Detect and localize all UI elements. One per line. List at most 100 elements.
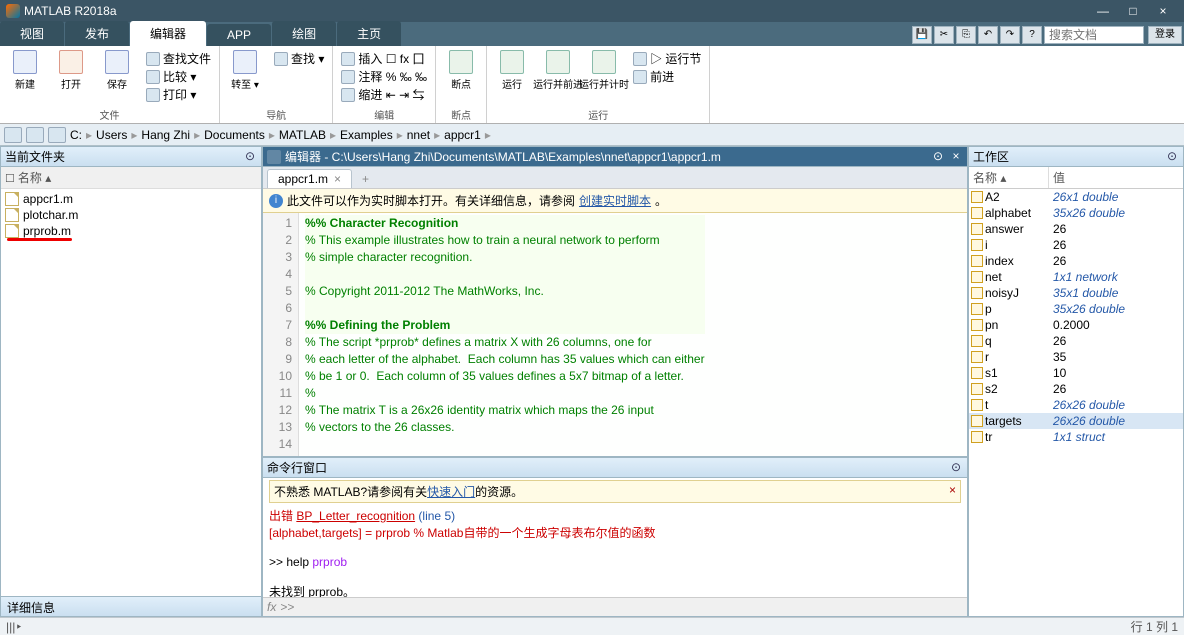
copy-toolbar-icon[interactable]: ⎘ — [956, 26, 976, 44]
workspace-row[interactable]: i26 — [969, 237, 1183, 253]
banner-close-icon[interactable]: × — [949, 483, 956, 497]
tab-close-icon[interactable]: × — [334, 172, 341, 186]
title-bar: MATLAB R2018a — □ × — [0, 0, 1184, 22]
breadcrumb-seg[interactable]: Examples — [340, 128, 393, 142]
undo-toolbar-icon[interactable]: ↶ — [978, 26, 998, 44]
search-input[interactable] — [1044, 26, 1144, 44]
ribbon-btn-保存[interactable]: 保存 — [96, 48, 138, 91]
breadcrumb-seg[interactable]: Documents — [204, 128, 265, 142]
ribbon-small-打印 ▾[interactable]: 打印 ▾ — [142, 86, 215, 103]
ribbon-btn-断点[interactable]: 断点 — [440, 48, 482, 91]
workspace-row[interactable]: tr1x1 struct — [969, 429, 1183, 445]
workspace-row[interactable]: targets26x26 double — [969, 413, 1183, 429]
file-row[interactable]: plotchar.m — [5, 207, 257, 223]
files-col-header[interactable]: ☐ 名称 ▴ — [1, 167, 261, 189]
create-live-script-link[interactable]: 创建实时脚本 — [579, 192, 651, 209]
editor-close-icon[interactable]: × — [949, 150, 963, 164]
cmd-menu-icon[interactable]: ⊙ — [949, 461, 963, 475]
small-icon — [146, 70, 160, 84]
current-folder-panel: 当前文件夹 ⊙ ☐ 名称 ▴ appcr1.mplotchar.mprprob.… — [0, 146, 262, 617]
workspace-row[interactable]: alphabet35x26 double — [969, 205, 1183, 221]
editor-header: 编辑器 - C:\Users\Hang Zhi\Documents\MATLAB… — [263, 147, 967, 167]
main-tab-编辑器[interactable]: 编辑器 — [130, 21, 206, 46]
editor-file-tabs: appcr1.m× + — [263, 167, 967, 189]
save-toolbar-icon[interactable]: 💾 — [912, 26, 932, 44]
file-row[interactable]: appcr1.m — [5, 191, 257, 207]
cut-toolbar-icon[interactable]: ✂ — [934, 26, 954, 44]
ribbon-small-比较 ▾[interactable]: 比较 ▾ — [142, 68, 215, 85]
ribbon-btn-运行[interactable]: 运行 — [491, 48, 533, 91]
breadcrumb-seg[interactable]: C: — [70, 128, 82, 142]
workspace-row[interactable]: noisyJ35x1 double — [969, 285, 1183, 301]
main-tab-发布[interactable]: 发布 — [65, 21, 129, 46]
ribbon-btn-运行并前进[interactable]: 运行并前进 — [537, 48, 579, 91]
ribbon-small-▷ 运行节[interactable]: ▷ 运行节 — [629, 50, 705, 67]
workspace-row[interactable]: net1x1 network — [969, 269, 1183, 285]
var-icon — [971, 239, 983, 251]
code-editor[interactable]: 123456789101112131415 —1617 %% Character… — [263, 213, 967, 456]
panel-menu-icon[interactable]: ⊙ — [243, 150, 257, 164]
ribbon-small-查找 ▾[interactable]: 查找 ▾ — [270, 50, 328, 67]
ribbon-small-注释 % ‰ ‰[interactable]: 注释 % ‰ ‰ — [337, 68, 431, 85]
mfile-icon — [5, 208, 19, 222]
workspace-row[interactable]: A226x1 double — [969, 189, 1183, 205]
folder-open-icon[interactable] — [48, 127, 66, 143]
workspace-panel: 工作区 ⊙ 名称 ▴值 A226x1 doublealphabet35x26 d… — [968, 146, 1184, 617]
file-row[interactable]: prprob.m — [5, 223, 257, 239]
login-button[interactable]: 登录 — [1148, 26, 1182, 44]
nav-back-icon[interactable] — [4, 127, 22, 143]
editor-menu-icon[interactable]: ⊙ — [931, 150, 945, 164]
ribbon-small-缩进 ⇤ ⇥ ⇆[interactable]: 缩进 ⇤ ⇥ ⇆ — [337, 86, 431, 103]
ribbon-btn-打开[interactable]: 打开 — [50, 48, 92, 91]
main-tab-APP[interactable]: APP — [207, 24, 271, 46]
workspace-row[interactable]: s226 — [969, 381, 1183, 397]
ribbon-btn-转至 ▾[interactable]: 转至 ▾ — [224, 48, 266, 91]
workspace-columns[interactable]: 名称 ▴值 — [969, 167, 1183, 189]
var-icon — [971, 399, 983, 411]
breadcrumb-seg[interactable]: MATLAB — [279, 128, 326, 142]
ribbon-small-前进[interactable]: 前进 — [629, 68, 705, 85]
workspace-row[interactable]: answer26 — [969, 221, 1183, 237]
workspace-row[interactable]: p35x26 double — [969, 301, 1183, 317]
workspace-row[interactable]: s110 — [969, 365, 1183, 381]
workspace-menu-icon[interactable]: ⊙ — [1165, 150, 1179, 164]
main-tab-绘图[interactable]: 绘图 — [272, 21, 336, 46]
small-icon — [341, 52, 355, 66]
close-button[interactable]: × — [1148, 4, 1178, 18]
help-toolbar-icon[interactable]: ? — [1022, 26, 1042, 44]
details-header[interactable]: 详细信息 — [1, 596, 261, 616]
workspace-row[interactable]: t26x26 double — [969, 397, 1183, 413]
ribbon-icon — [13, 50, 37, 74]
main-tab-视图[interactable]: 视图 — [0, 21, 64, 46]
breadcrumb-seg[interactable]: Hang Zhi — [141, 128, 190, 142]
editor-panel: 编辑器 - C:\Users\Hang Zhi\Documents\MATLAB… — [262, 146, 968, 457]
minimize-button[interactable]: — — [1088, 4, 1118, 18]
workspace-row[interactable]: q26 — [969, 333, 1183, 349]
command-window[interactable]: 不熟悉 MATLAB?请参阅有关快速入门的资源。 × 出错 BP_Letter_… — [263, 478, 967, 597]
quickstart-link[interactable]: 快速入门 — [427, 485, 475, 499]
breadcrumb-seg[interactable]: appcr1 — [444, 128, 481, 142]
ribbon-small-插入 ☐ fx 囗[interactable]: 插入 ☐ fx 囗 — [337, 50, 431, 67]
ribbon-btn-运行并计时[interactable]: 运行并计时 — [583, 48, 625, 91]
nav-fwd-icon[interactable] — [26, 127, 44, 143]
breadcrumb-seg[interactable]: Users — [96, 128, 127, 142]
workspace-row[interactable]: index26 — [969, 253, 1183, 269]
redo-toolbar-icon[interactable]: ↷ — [1000, 26, 1020, 44]
ribbon-btn-新建[interactable]: 新建 — [4, 48, 46, 91]
annotation-underline — [7, 238, 72, 241]
tab-appcr1[interactable]: appcr1.m× — [267, 169, 352, 188]
ribbon-small-查找文件[interactable]: 查找文件 — [142, 50, 215, 67]
command-prompt[interactable]: fx>> — [263, 597, 967, 616]
breadcrumb[interactable]: C:▸Users▸Hang Zhi▸Documents▸MATLAB▸Examp… — [70, 128, 491, 142]
main-tab-主页[interactable]: 主页 — [337, 21, 401, 46]
var-icon — [971, 415, 983, 427]
breadcrumb-seg[interactable]: nnet — [407, 128, 430, 142]
header-right: 💾 ✂ ⎘ ↶ ↷ ? 登录 — [912, 24, 1184, 46]
small-icon — [341, 88, 355, 102]
tab-add-button[interactable]: + — [354, 170, 377, 188]
var-icon — [971, 303, 983, 315]
maximize-button[interactable]: □ — [1118, 4, 1148, 18]
workspace-row[interactable]: pn0.2000 — [969, 317, 1183, 333]
error-file-link[interactable]: BP_Letter_recognition — [296, 509, 415, 523]
workspace-row[interactable]: r35 — [969, 349, 1183, 365]
